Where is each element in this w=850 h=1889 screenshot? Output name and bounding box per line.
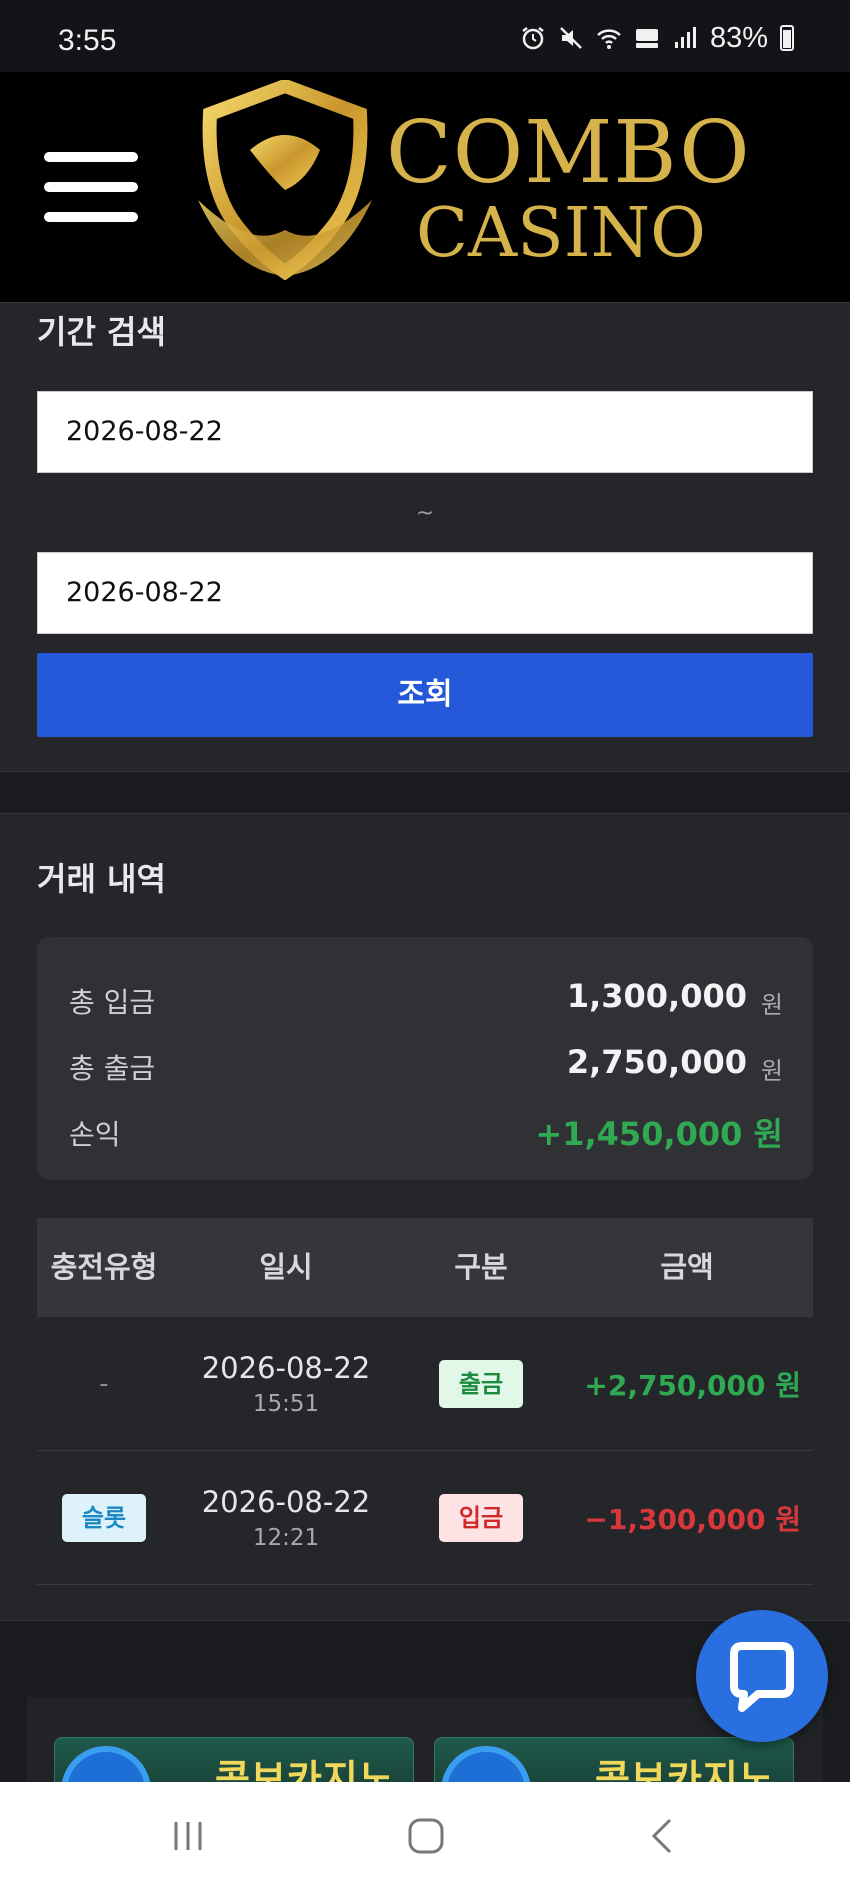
logo-line-2: CASINO bbox=[416, 194, 706, 273]
column-header-datetime: 일시 bbox=[259, 1250, 313, 1284]
row-time: 12:21 bbox=[252, 1525, 320, 1551]
table-row: - 2026-08-22 15:51 출금 +2,750,000 원 bbox=[37, 1317, 813, 1451]
type-empty: - bbox=[99, 1369, 109, 1399]
currency-unit: 원 bbox=[760, 1057, 783, 1085]
slot-badge: 슬롯 bbox=[61, 1494, 147, 1542]
transaction-history-panel: 거래 내역 총 입금 1,300,000 원 총 출금 2,750,000 원 … bbox=[0, 813, 850, 1621]
deposit-badge: 입금 bbox=[438, 1494, 524, 1542]
row-date: 2026-08-22 bbox=[201, 1485, 371, 1519]
transaction-table: 충전유형 일시 구분 금액 - 2026-08-22 15:51 출금 +2,7… bbox=[37, 1218, 813, 1585]
site-header: COMBO CASINO bbox=[0, 72, 850, 302]
signal-icon bbox=[674, 27, 696, 48]
section-title: 기간 검색 bbox=[37, 313, 166, 351]
column-header-category: 구분 bbox=[454, 1250, 508, 1284]
table-row: 슬롯 2026-08-22 12:21 입금 −1,300,000 원 bbox=[37, 1451, 813, 1585]
cell-amount: +2,750,000 원 bbox=[561, 1317, 813, 1451]
withdraw-badge: 출금 bbox=[438, 1360, 524, 1408]
column-header-amount: 금액 bbox=[660, 1250, 714, 1284]
search-button[interactable]: 조회 bbox=[37, 653, 813, 737]
start-date-input[interactable]: 2026-08-22 bbox=[37, 391, 813, 473]
hamburger-menu-icon[interactable] bbox=[44, 152, 138, 222]
home-icon[interactable] bbox=[396, 1808, 456, 1864]
total-deposit-value: 1,300,000 bbox=[566, 977, 747, 1015]
battery-icon bbox=[780, 25, 794, 51]
summary-box: 총 입금 1,300,000 원 총 출금 2,750,000 원 손익 +1,… bbox=[37, 937, 813, 1180]
wifi-icon bbox=[597, 29, 621, 49]
row-time: 15:51 bbox=[252, 1391, 320, 1417]
profit-label: 손익 bbox=[69, 1118, 121, 1151]
total-deposit-row: 총 입금 1,300,000 원 bbox=[37, 971, 813, 1021]
status-icons: 83% bbox=[520, 22, 794, 54]
hd-voice-icon bbox=[635, 29, 658, 48]
shield-logo-icon bbox=[198, 80, 372, 280]
column-header-type: 충전유형 bbox=[50, 1250, 158, 1284]
row-date: 2026-08-22 bbox=[201, 1351, 371, 1385]
profit-row: 손익 +1,450,000 원 bbox=[37, 1103, 813, 1153]
total-withdraw-value: 2,750,000 bbox=[566, 1043, 747, 1081]
alarm-icon bbox=[522, 27, 544, 50]
total-deposit-label: 총 입금 bbox=[69, 986, 156, 1019]
cell-category: 출금 bbox=[401, 1317, 561, 1451]
cell-datetime: 2026-08-22 15:51 bbox=[171, 1317, 401, 1451]
section-title: 거래 내역 bbox=[37, 860, 166, 898]
date-range-separator: ~ bbox=[415, 501, 435, 526]
cell-category: 입금 bbox=[401, 1451, 561, 1585]
logo-line-1: COMBO bbox=[386, 103, 751, 203]
cell-amount: −1,300,000 원 bbox=[561, 1451, 813, 1585]
total-withdraw-row: 총 출금 2,750,000 원 bbox=[37, 1037, 813, 1087]
battery-percent: 83% bbox=[709, 21, 768, 54]
status-time: 3:55 bbox=[58, 24, 117, 57]
mute-icon bbox=[560, 27, 582, 49]
system-nav-bar bbox=[0, 1782, 850, 1889]
period-search-panel: 기간 검색 2026-08-22 ~ 2026-08-22 조회 bbox=[0, 302, 850, 772]
back-icon[interactable] bbox=[634, 1808, 694, 1864]
profit-value: +1,450,000 원 bbox=[535, 1115, 783, 1153]
status-bar: 3:55 83% bbox=[0, 0, 850, 72]
row-amount: +2,750,000 원 bbox=[584, 1369, 801, 1402]
chat-bubble-icon bbox=[730, 1642, 794, 1712]
cell-type: - bbox=[37, 1317, 171, 1451]
cell-type: 슬롯 bbox=[37, 1451, 171, 1585]
live-chat-button[interactable] bbox=[696, 1610, 828, 1742]
recent-apps-icon[interactable] bbox=[158, 1808, 218, 1864]
cell-datetime: 2026-08-22 12:21 bbox=[171, 1451, 401, 1585]
row-amount: −1,300,000 원 bbox=[584, 1503, 801, 1536]
site-logo[interactable]: COMBO CASINO bbox=[190, 78, 750, 290]
logo-wordmark: COMBO CASINO bbox=[386, 110, 751, 268]
total-withdraw-label: 총 출금 bbox=[69, 1052, 156, 1085]
table-header: 충전유형 일시 구분 금액 bbox=[37, 1218, 813, 1317]
end-date-input[interactable]: 2026-08-22 bbox=[37, 552, 813, 634]
currency-unit: 원 bbox=[760, 991, 783, 1019]
